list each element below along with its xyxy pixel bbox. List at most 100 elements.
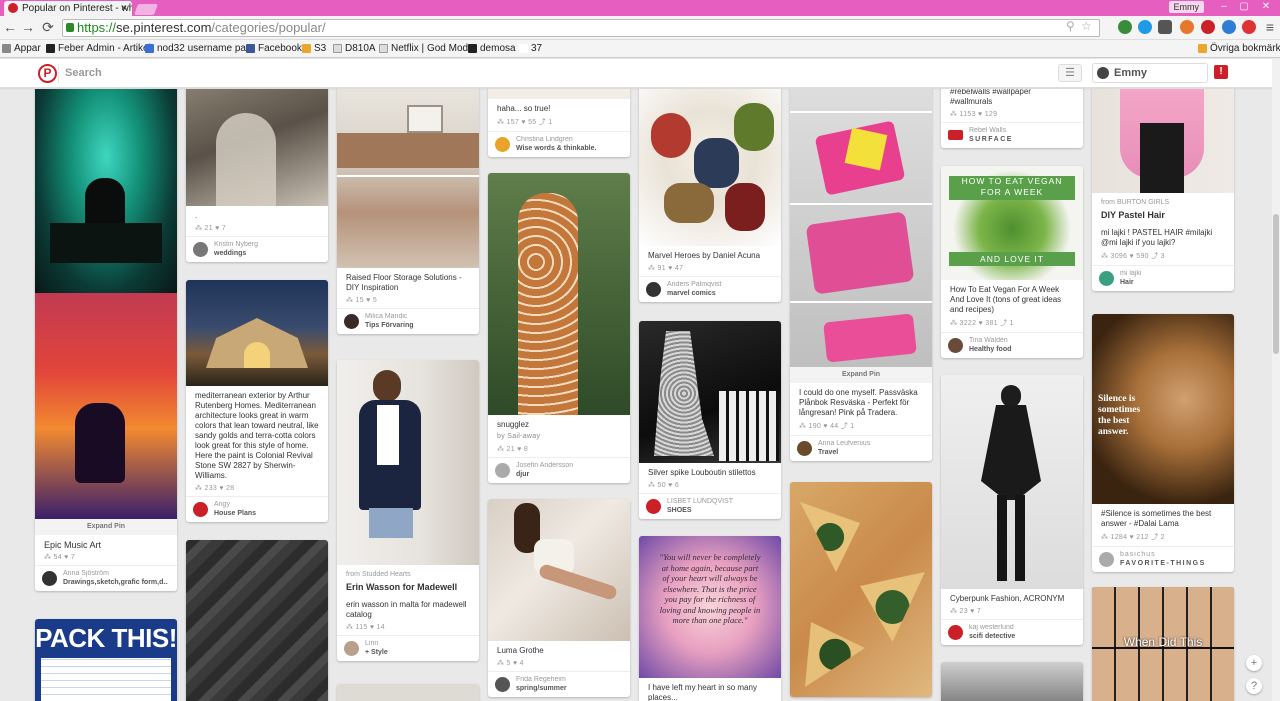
pin-title[interactable]: Erin Wasson for Madewell	[337, 579, 479, 595]
bookmark-item[interactable]: 37	[519, 41, 542, 57]
pin-credit[interactable]: Anna Sjöström Drawings,sketch,grafic form…	[35, 565, 177, 591]
user-profile-button[interactable]: Emmy	[1092, 63, 1208, 83]
pin-image[interactable]	[639, 321, 781, 463]
browser-tab[interactable]: Popular on Pinterest - wh ×	[4, 1, 132, 16]
extension-icon[interactable]	[1138, 20, 1152, 34]
pin-credit[interactable]: Kristin Nyberg weddings	[186, 236, 328, 262]
pin-image[interactable]: Silence is sometimes the best answer.	[1092, 314, 1234, 504]
pin-image[interactable]	[1092, 89, 1234, 193]
pin-image[interactable]: When Did This	[1092, 587, 1234, 701]
browser-user-badge[interactable]: Emmy	[1168, 1, 1204, 13]
maximize-button[interactable]: ▢	[1234, 0, 1254, 14]
pin-credit[interactable]: kaj westerlund scifi detective	[941, 619, 1083, 645]
pin-credit[interactable]: LISBET LUNDQVIST SHOES	[639, 493, 781, 519]
pin-source[interactable]: from Studded Hearts	[337, 565, 479, 579]
bookmark-star-icon[interactable]: ☆	[1081, 19, 1092, 33]
pin-card[interactable]: from Studded Hearts Erin Wasson for Made…	[337, 360, 479, 661]
pin-credit[interactable]: Anna Leufvenius Travel	[790, 435, 932, 461]
pin-card[interactable]	[186, 540, 328, 701]
pin-credit[interactable]: Milica Mandic Tips Förvaring	[337, 308, 479, 334]
pin-card[interactable]: Marvel Heroes by Daniel Acuna ⁂ 91 ♥ 47 …	[639, 89, 781, 302]
extension-icon[interactable]	[1118, 20, 1132, 34]
close-window-button[interactable]: ✕	[1256, 0, 1276, 14]
search-input[interactable]: Search	[58, 64, 1082, 83]
page-scrollbar[interactable]	[1272, 59, 1280, 701]
bookmark-item[interactable]: demosa	[468, 41, 516, 57]
tab-close-icon[interactable]: ×	[121, 1, 127, 16]
add-pin-button[interactable]: +	[1246, 655, 1262, 671]
pin-card[interactable]: Cyberpunk Fashion, ACRONYM ⁂ 23 ♥ 7 kaj …	[941, 375, 1083, 645]
bookmark-item[interactable]: Facebook	[246, 41, 302, 57]
pin-image[interactable]	[186, 540, 328, 701]
chrome-menu-icon[interactable]: ≡	[1262, 19, 1278, 35]
pin-card[interactable]: from BURTON GIRLS DIY Pastel Hair mi laj…	[1092, 89, 1234, 291]
bookmark-item[interactable]: S3	[302, 41, 326, 57]
pin-credit[interactable]: Tina Waldén Healthy food	[941, 332, 1083, 358]
pin-image[interactable]	[337, 360, 479, 565]
pin-title[interactable]: DIY Pastel Hair	[1092, 207, 1234, 223]
forward-button[interactable]: →	[20, 19, 36, 35]
extension-icon[interactable]	[1242, 20, 1256, 34]
pin-image[interactable]	[790, 482, 932, 697]
pin-card[interactable]: Raised Floor Storage Solutions - DIY Ins…	[337, 89, 479, 334]
pin-image[interactable]	[35, 293, 177, 519]
pin-card[interactable]: "You will never be completely at home ag…	[639, 536, 781, 701]
pin-credit[interactable]: Anders Palmqvist marvel comics	[639, 276, 781, 302]
pin-card[interactable]	[790, 482, 932, 697]
pin-image[interactable]	[337, 89, 479, 268]
bookmark-item[interactable]: D810A	[333, 41, 376, 57]
pin-image[interactable]	[488, 499, 630, 641]
pin-card[interactable]: HOW TO EAT VEGAN FOR A WEEK AND LOVE IT …	[941, 166, 1083, 358]
pin-card[interactable]: Silver spike Louboutin stilettos ⁂ 50 ♥ …	[639, 321, 781, 519]
pin-card[interactable]: mediterranean exterior by Arthur Rutenbe…	[186, 280, 328, 522]
extension-icon[interactable]	[1180, 20, 1194, 34]
pin-via[interactable]: by Sail-away	[488, 432, 630, 444]
pin-image[interactable]	[488, 89, 630, 99]
notifications-icon[interactable]: !	[1214, 65, 1228, 79]
pin-card[interactable]: snugglez by Sail-away ⁂ 21 ♥ 8 Josefin A…	[488, 173, 630, 483]
pin-card[interactable]: . ⁂ 21 ♥ 7 Kristin Nyberg weddings	[186, 89, 328, 262]
pin-image[interactable]	[488, 173, 630, 415]
pin-source[interactable]: from BURTON GIRLS	[1092, 193, 1234, 207]
category-menu-button[interactable]: ☰	[1058, 64, 1082, 82]
pin-card[interactable]: When Did This	[1092, 587, 1234, 701]
pin-credit[interactable]: Angy House Plans	[186, 496, 328, 522]
pin-card[interactable]: Luma Grothe ⁂ 5 ♥ 4 Frida Regeheim spring…	[488, 499, 630, 697]
pin-image[interactable]	[186, 89, 328, 206]
pin-credit[interactable]: Rebel Walls SURFACE	[941, 122, 1083, 148]
reload-button[interactable]: ⟳	[40, 19, 56, 35]
bookmark-other[interactable]: Övriga bokmärken	[1198, 41, 1280, 57]
pin-credit[interactable]: Josefin Andersson djur	[488, 457, 630, 483]
pin-card[interactable]	[941, 662, 1083, 701]
zoom-icon[interactable]: ⚲	[1066, 19, 1075, 33]
pin-image[interactable]	[186, 280, 328, 386]
pin-card[interactable]: Silence is sometimes the best answer. #S…	[1092, 314, 1234, 572]
pin-credit[interactable]: Linn + Style	[337, 635, 479, 661]
minimize-button[interactable]: –	[1214, 0, 1234, 14]
expand-pin-button[interactable]: Expand Pin	[35, 519, 177, 535]
pin-credit[interactable]: Christina Lindgren Wise words & thinkable…	[488, 131, 630, 157]
pin-image[interactable]: HOW TO EAT VEGAN FOR A WEEK AND LOVE IT	[941, 166, 1083, 280]
pin-image[interactable]	[639, 89, 781, 246]
help-button[interactable]: ?	[1246, 678, 1262, 694]
back-button[interactable]: ←	[2, 19, 18, 35]
expand-pin-button[interactable]: Expand Pin	[790, 367, 932, 383]
bookmark-item[interactable]: nod32 username pa...	[145, 41, 254, 57]
bookmark-item[interactable]: Feber Admin - Artikel	[46, 41, 151, 57]
pin-card[interactable]: haha... so true! ⁂ 157 ♥ 55 ⤴ 1 Christin…	[488, 89, 630, 157]
pin-image[interactable]	[35, 89, 177, 293]
pin-card[interactable]: PACK THIS!	[35, 619, 177, 701]
pin-credit[interactable]: basichus FAVORITE-THINGS	[1092, 546, 1234, 572]
pin-card[interactable]: #rebelwalls #wallpaper #wallmurals ⁂ 115…	[941, 89, 1083, 148]
pin-card[interactable]: Expand Pin Epic Music Art ⁂ 54 ♥ 7 Anna …	[35, 89, 177, 591]
pin-card[interactable]	[337, 684, 479, 701]
scrollbar-thumb[interactable]	[1273, 214, 1279, 354]
pin-credit[interactable]: mi lajki Hair	[1092, 265, 1234, 291]
new-tab-button[interactable]	[133, 4, 159, 15]
extension-icon[interactable]	[1222, 20, 1236, 34]
pin-image[interactable]	[790, 89, 932, 367]
extension-icon[interactable]	[1158, 20, 1172, 34]
bookmark-item[interactable]: Netflix | God Mode	[379, 41, 474, 57]
pin-image[interactable]: "You will never be completely at home ag…	[639, 536, 781, 678]
pin-card[interactable]: Expand Pin I could do one myself. Passvä…	[790, 89, 932, 461]
